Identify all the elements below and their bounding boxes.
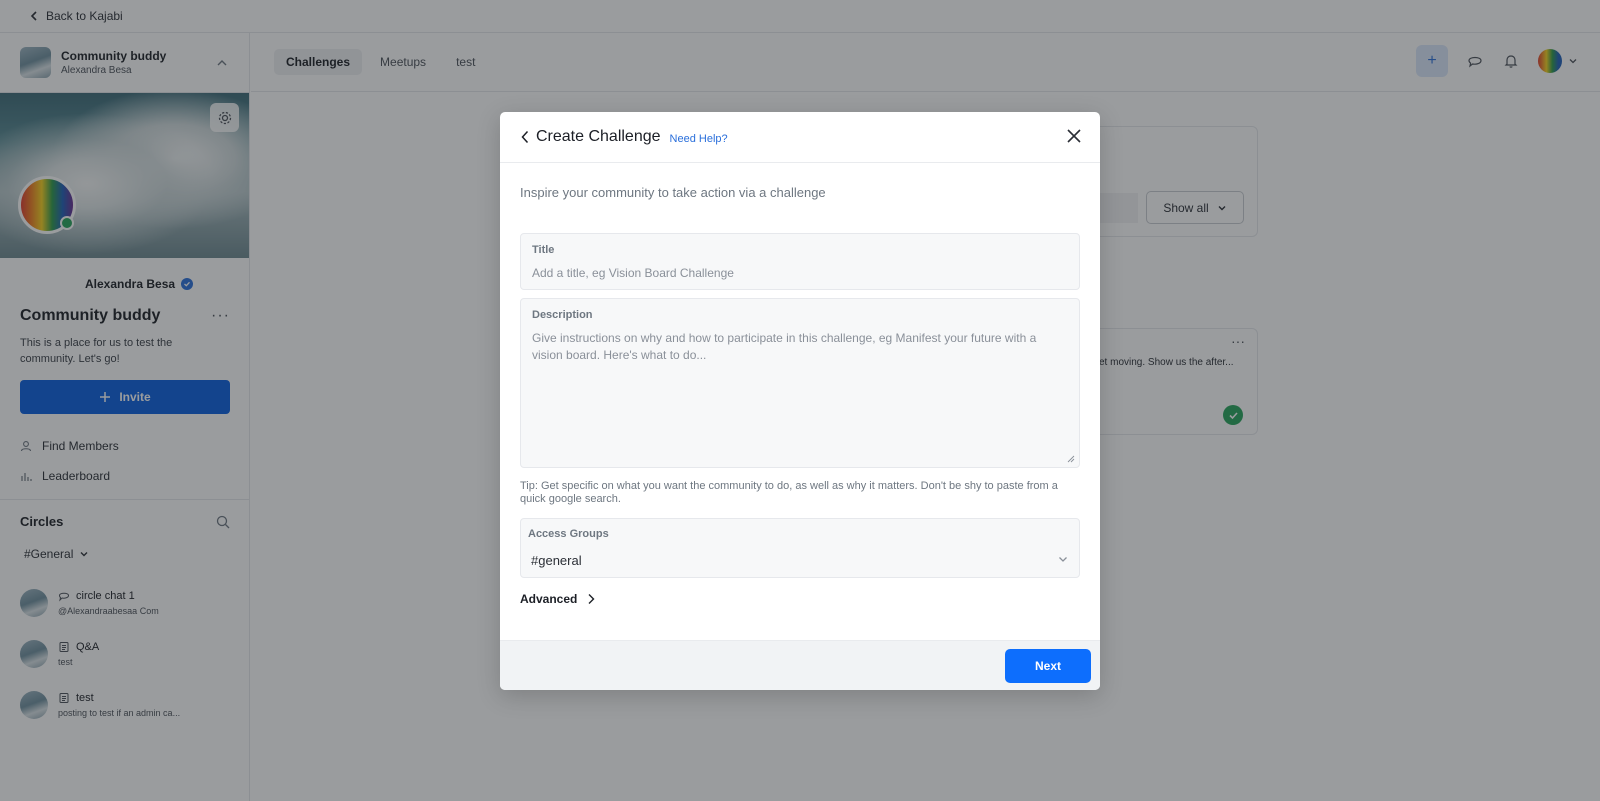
title-label: Title <box>532 244 555 256</box>
access-groups-label: Access Groups <box>528 528 609 540</box>
resize-handle-icon[interactable] <box>1067 455 1075 463</box>
create-challenge-modal: Create Challenge Need Help? Inspire your… <box>500 112 1100 690</box>
title-field[interactable]: Title Add a title, eg Vision Board Chall… <box>520 233 1080 290</box>
title-input[interactable]: Add a title, eg Vision Board Challenge <box>532 266 1068 280</box>
advanced-label: Advanced <box>520 592 578 606</box>
modal-subtitle: Inspire your community to take action vi… <box>520 185 826 200</box>
advanced-toggle[interactable]: Advanced <box>520 592 595 606</box>
description-label: Description <box>532 309 593 321</box>
next-button[interactable]: Next <box>1005 649 1091 683</box>
close-icon <box>1067 129 1081 143</box>
close-button[interactable] <box>1064 126 1084 146</box>
access-groups-value: #general <box>531 553 582 568</box>
chevron-left-icon[interactable] <box>520 130 530 144</box>
tip-text: Tip: Get specific on what you want the c… <box>520 480 1058 505</box>
chevron-right-icon <box>588 594 595 604</box>
modal-footer: Next <box>500 640 1100 690</box>
description-input[interactable]: Give instructions on why and how to part… <box>532 330 1062 364</box>
modal-title: Create Challenge <box>536 128 661 145</box>
access-groups-select[interactable]: Access Groups #general <box>520 518 1080 578</box>
need-help-link[interactable]: Need Help? <box>670 133 728 145</box>
description-field[interactable]: Description Give instructions on why and… <box>520 298 1080 468</box>
modal-header: Create Challenge Need Help? <box>500 112 1100 163</box>
chevron-down-icon <box>1059 557 1067 562</box>
